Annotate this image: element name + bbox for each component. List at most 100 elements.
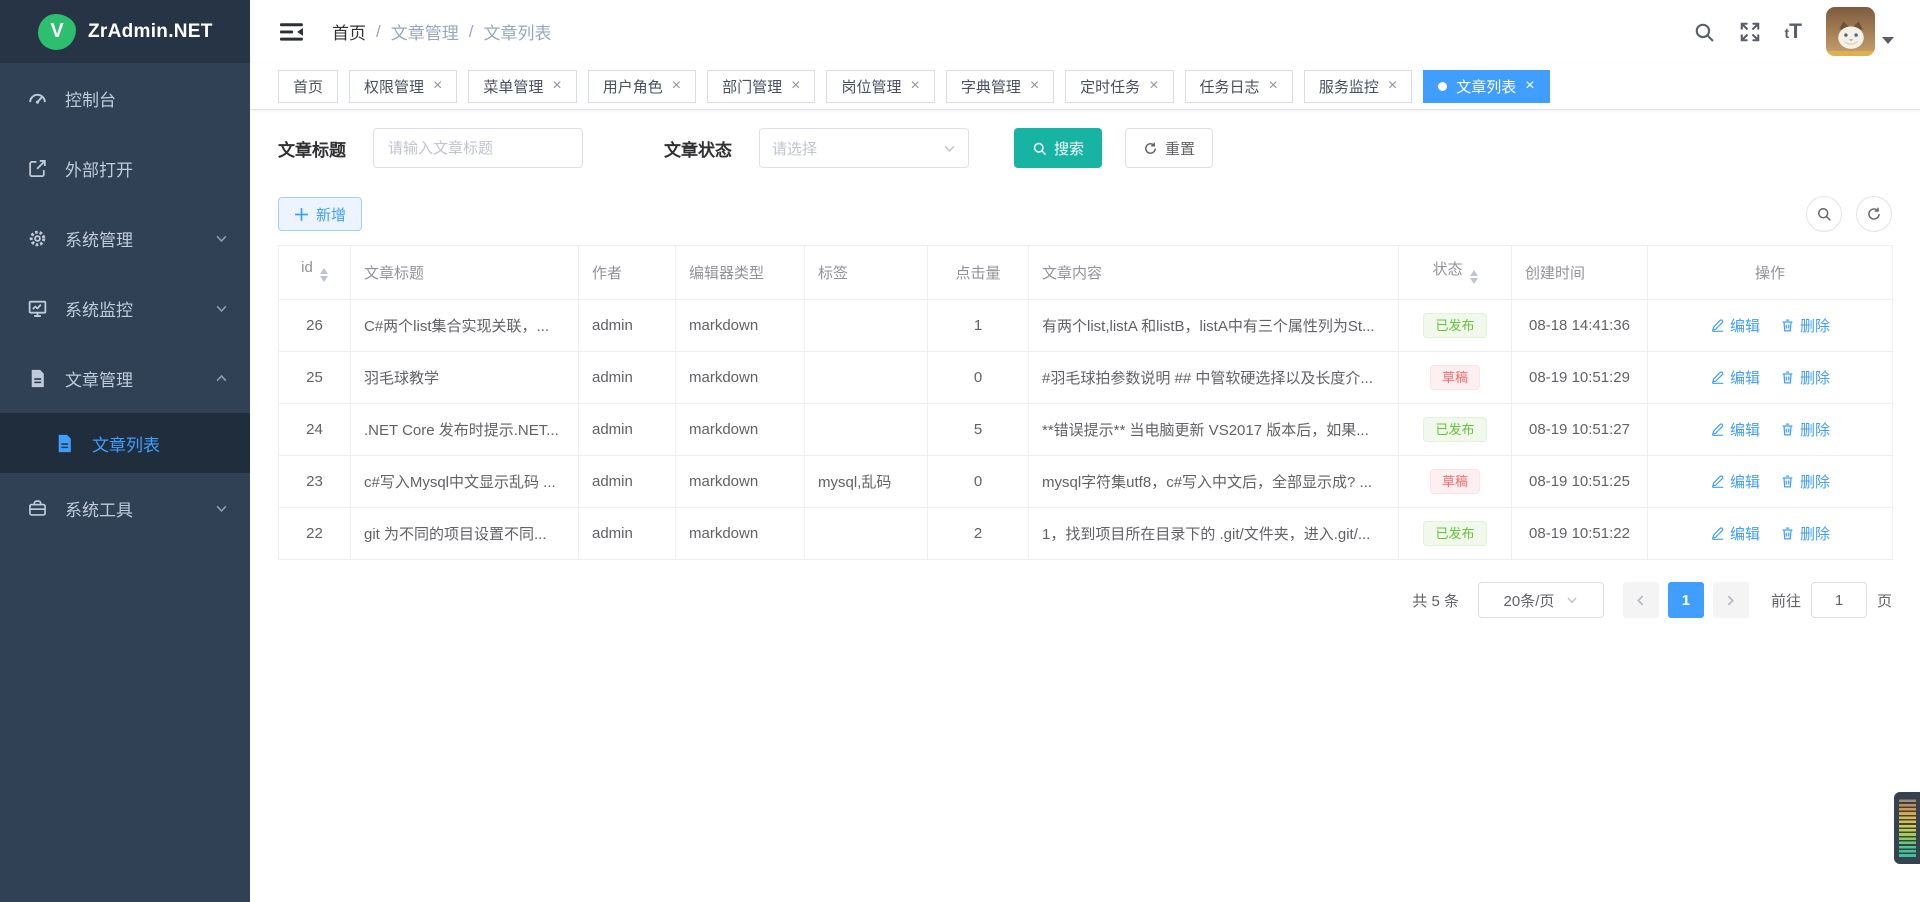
- delete-link[interactable]: 删除: [1780, 523, 1830, 544]
- close-icon[interactable]: ×: [672, 78, 681, 94]
- tab-article-list[interactable]: 文章列表×: [1423, 70, 1549, 103]
- tab-bar: 首页权限管理×菜单管理×用户角色×部门管理×岗位管理×字典管理×定时任务×任务日…: [250, 63, 1920, 110]
- sidebar-item-system-monitor[interactable]: 系统监控: [0, 273, 250, 343]
- next-page-button[interactable]: [1713, 582, 1749, 618]
- breadcrumb: 首页 / 文章管理 / 文章列表: [332, 19, 551, 44]
- logo-icon: V: [38, 14, 76, 50]
- user-menu[interactable]: [1826, 7, 1894, 56]
- article-status-select[interactable]: 请选择: [759, 128, 969, 168]
- column-tags: 标签: [805, 246, 928, 300]
- delete-link[interactable]: 删除: [1780, 315, 1830, 336]
- sidebar-item-system-tools[interactable]: 系统工具: [0, 473, 250, 543]
- reset-button-label: 重置: [1165, 138, 1195, 159]
- page-number-1[interactable]: 1: [1668, 582, 1704, 618]
- close-icon[interactable]: ×: [1149, 78, 1158, 94]
- close-icon[interactable]: ×: [552, 78, 561, 94]
- caret-down-icon[interactable]: [1882, 37, 1894, 50]
- page-size-value: 20条/页: [1504, 590, 1555, 611]
- cell-author: admin: [579, 404, 676, 456]
- sort-icon[interactable]: [320, 264, 328, 286]
- toggle-search-button[interactable]: [1806, 196, 1842, 232]
- tab-user-role[interactable]: 用户角色×: [588, 70, 696, 103]
- cell-clicks: 5: [928, 404, 1029, 456]
- tab-dictionary[interactable]: 字典管理×: [946, 70, 1054, 103]
- refresh-table-button[interactable]: [1856, 196, 1892, 232]
- sidebar-item-article-admin[interactable]: 文章管理: [0, 343, 250, 413]
- tab-menu[interactable]: 菜单管理 ×: [468, 70, 576, 103]
- tab-label: 首页: [293, 76, 323, 97]
- header-row: id文章标题作者编辑器类型标签点击量文章内容状态创建时间操作: [279, 246, 1893, 300]
- pagination: 共 5 条 20条/页 1 前往 页: [278, 582, 1892, 618]
- monitor-icon: [27, 298, 48, 319]
- article-title-input[interactable]: [373, 128, 583, 168]
- cell-created: 08-19 10:51:29: [1512, 352, 1648, 404]
- floating-widget[interactable]: [1894, 792, 1920, 864]
- refresh-icon: [1866, 206, 1882, 222]
- sidebar-item-label: 系统工具: [65, 496, 133, 521]
- edit-link[interactable]: 编辑: [1710, 367, 1760, 388]
- table-header: id文章标题作者编辑器类型标签点击量文章内容状态创建时间操作: [279, 246, 1893, 300]
- chevron-up: [215, 372, 228, 385]
- tab-service-monitor[interactable]: 服务监控×: [1304, 70, 1412, 103]
- edit-link[interactable]: 编辑: [1710, 471, 1760, 492]
- avatar[interactable]: [1826, 7, 1875, 56]
- plus-icon: [294, 207, 309, 222]
- filter-form: 文章标题 文章状态 请选择 搜索 重置: [278, 128, 1892, 168]
- tab-permission[interactable]: 权限管理×: [349, 70, 457, 103]
- close-icon[interactable]: ×: [1388, 78, 1397, 94]
- cell-content: mysql字符集utf8，c#写入中文后，全部显示成? ...: [1029, 456, 1399, 508]
- edit-link[interactable]: 编辑: [1710, 523, 1760, 544]
- select-placeholder: 请选择: [772, 138, 817, 159]
- tab-cron[interactable]: 定时任务×: [1065, 70, 1173, 103]
- font-size-icon[interactable]: tT: [1785, 21, 1803, 42]
- edit: [1710, 474, 1725, 489]
- column-id[interactable]: id: [279, 246, 351, 300]
- delete-link[interactable]: 删除: [1780, 471, 1830, 492]
- cell-created: 08-19 10:51:25: [1512, 456, 1648, 508]
- breadcrumb-home[interactable]: 首页: [332, 19, 366, 44]
- sidebar-item-dashboard[interactable]: 控制台: [0, 63, 250, 133]
- collapse-sidebar-icon[interactable]: [280, 21, 304, 43]
- search-icon: [1032, 141, 1047, 156]
- close-icon[interactable]: ×: [1030, 78, 1039, 94]
- tab-home[interactable]: 首页: [278, 70, 338, 103]
- column-status[interactable]: 状态: [1399, 246, 1512, 300]
- cell-actions: 编辑删除: [1648, 456, 1893, 508]
- delete-link[interactable]: 删除: [1780, 419, 1830, 440]
- reset-button[interactable]: 重置: [1125, 128, 1213, 168]
- sidebar-item-article-list[interactable]: 文章列表: [0, 413, 250, 473]
- search-icon[interactable]: [1693, 21, 1715, 43]
- tab-label: 菜单管理: [483, 76, 543, 97]
- close-icon[interactable]: ×: [433, 78, 442, 94]
- sidebar-item-system-admin[interactable]: 系统管理: [0, 203, 250, 273]
- edit-link[interactable]: 编辑: [1710, 419, 1760, 440]
- fullscreen-icon[interactable]: [1739, 21, 1761, 43]
- prev-page-button[interactable]: [1623, 582, 1659, 618]
- sidebar-item-external-open[interactable]: 外部打开: [0, 133, 250, 203]
- cell-editor: markdown: [676, 300, 805, 352]
- sidebar-item-label: 系统管理: [65, 226, 133, 251]
- add-article-button[interactable]: 新增: [278, 197, 362, 231]
- sidebar-item-label: 系统监控: [65, 296, 133, 321]
- chevron-down: [215, 302, 228, 315]
- logo-letter: V: [50, 20, 63, 43]
- cell-id: 22: [279, 508, 351, 560]
- top-bar: 首页 / 文章管理 / 文章列表 tT: [250, 0, 1920, 63]
- close-icon[interactable]: ×: [1269, 78, 1278, 94]
- close-icon[interactable]: ×: [791, 78, 800, 94]
- tab-department[interactable]: 部门管理×: [707, 70, 815, 103]
- search-button[interactable]: 搜索: [1014, 128, 1102, 168]
- page-size-select[interactable]: 20条/页: [1478, 582, 1604, 618]
- cell-author: admin: [579, 456, 676, 508]
- close-icon[interactable]: ×: [910, 78, 919, 94]
- cell-title: .NET Core 发布时提示.NET...: [351, 404, 579, 456]
- edit-link[interactable]: 编辑: [1710, 315, 1760, 336]
- close-icon[interactable]: ×: [1525, 78, 1534, 94]
- goto-page-input[interactable]: [1811, 582, 1867, 618]
- edit: [1710, 422, 1725, 437]
- tab-post[interactable]: 岗位管理×: [826, 70, 934, 103]
- delete-link[interactable]: 删除: [1780, 367, 1830, 388]
- tab-task-log[interactable]: 任务日志×: [1185, 70, 1293, 103]
- cell-id: 25: [279, 352, 351, 404]
- sort-icon[interactable]: [1470, 266, 1478, 288]
